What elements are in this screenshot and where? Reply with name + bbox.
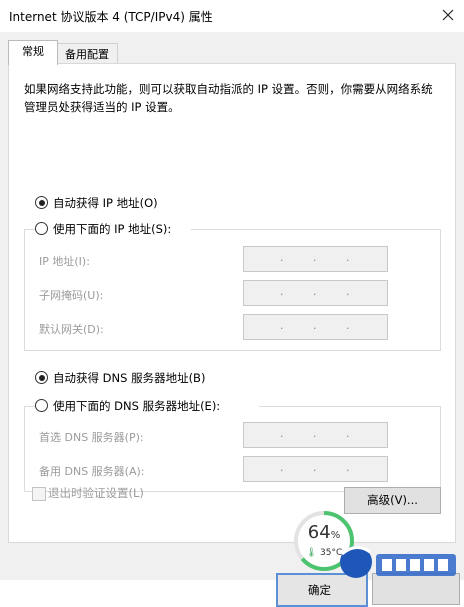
ip-address-input[interactable]: ... [243, 246, 388, 272]
subnet-mask-input[interactable]: ... [243, 280, 388, 306]
close-icon[interactable] [436, 4, 460, 26]
radio-manual-ip-label: 使用下面的 IP 地址(S): [53, 222, 172, 236]
preferred-dns-label: 首选 DNS 服务器(P): [39, 431, 144, 444]
default-gateway-input[interactable]: ... [243, 314, 388, 340]
window-title: Internet 协议版本 4 (TCP/IPv4) 属性 [9, 10, 213, 24]
tab-general-label: 常规 [22, 45, 44, 58]
alternate-dns-input[interactable]: ... [243, 456, 388, 482]
alternate-dns-label: 备用 DNS 服务器(A): [39, 465, 145, 478]
radio-manual-ip-indicator [35, 222, 48, 235]
validate-on-exit-checkbox[interactable] [32, 487, 46, 501]
ip-address-label: IP 地址(I): [39, 255, 90, 268]
tab-alternate-config-label: 备用配置 [65, 48, 109, 61]
thermometer-icon: 🌡 [305, 548, 318, 558]
ok-button-label: 确定 [308, 583, 331, 597]
radio-auto-ip-indicator [35, 196, 48, 209]
advanced-button[interactable]: 高级(V)... [344, 487, 441, 514]
watermark-logo [332, 532, 464, 580]
radio-manual-dns-label: 使用下面的 DNS 服务器地址(E): [53, 399, 221, 413]
radio-manual-dns-indicator [35, 399, 48, 412]
default-gateway-label: 默认网关(D): [39, 323, 104, 336]
radio-manual-ip[interactable]: 使用下面的 IP 地址(S): [35, 221, 191, 237]
radio-auto-ip-label: 自动获得 IP 地址(O) [53, 196, 158, 210]
validate-on-exit-label: 退出时验证设置(L) [48, 486, 144, 500]
radio-auto-dns-label: 自动获得 DNS 服务器地址(B) [53, 371, 206, 385]
description-text: 如果网络支持此功能，则可以获取自动指派的 IP 设置。否则，你需要从网络系统管理… [24, 82, 433, 114]
preferred-dns-input[interactable]: ... [243, 422, 388, 448]
radio-auto-dns-indicator [35, 371, 48, 384]
tab-general[interactable]: 常规 [8, 40, 58, 65]
radio-manual-dns[interactable]: 使用下面的 DNS 服务器地址(E): [35, 398, 259, 414]
dialog-body: 常规 备用配置 如果网络支持此功能，则可以获取自动指派的 IP 设置。否则，你需… [0, 32, 464, 607]
title-bar: Internet 协议版本 4 (TCP/IPv4) 属性 [0, 0, 464, 32]
general-panel: 如果网络支持此功能，则可以获取自动指派的 IP 设置。否则，你需要从网络系统管理… [8, 63, 456, 543]
subnet-mask-label: 子网掩码(U): [39, 289, 104, 302]
